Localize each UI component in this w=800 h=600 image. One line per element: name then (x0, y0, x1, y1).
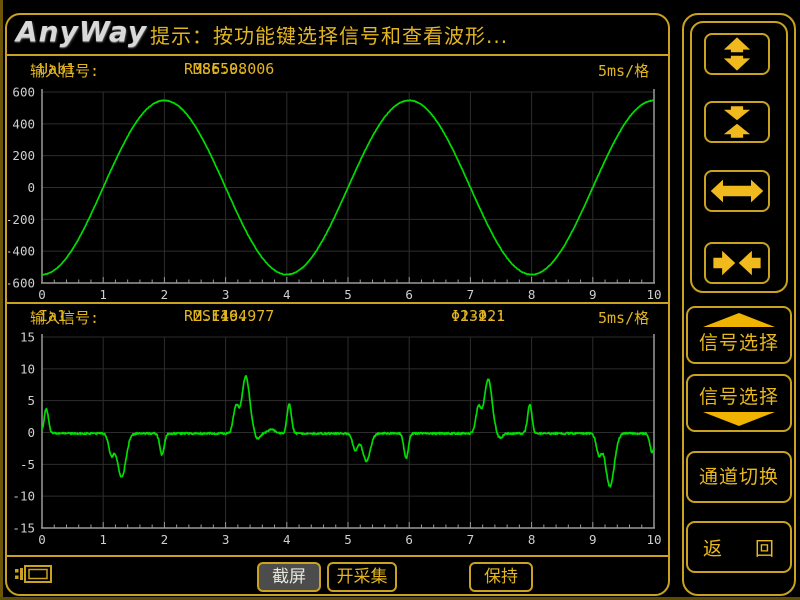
svg-text:3: 3 (222, 287, 230, 302)
up-triangle-icon (701, 312, 777, 328)
svg-text:7: 7 (467, 287, 475, 302)
svg-text:2: 2 (161, 532, 169, 547)
svg-text:9: 9 (589, 287, 597, 302)
svg-text:-10: -10 (12, 489, 35, 504)
svg-text:4: 4 (283, 287, 291, 302)
svg-text:9: 9 (589, 532, 597, 547)
analyzer-screen: { "colors": { "accent": "#c9a21f", "text… (0, 0, 800, 600)
svg-text:6: 6 (405, 532, 413, 547)
svg-text:600: 600 (12, 85, 35, 100)
svg-text:0: 0 (38, 532, 46, 547)
svg-text:0: 0 (27, 180, 35, 195)
expand-vertical-icon (709, 36, 765, 72)
battery-icon (14, 563, 54, 585)
svg-text:1: 1 (99, 287, 107, 302)
svg-text:-600: -600 (8, 276, 35, 291)
svg-text:4: 4 (283, 532, 291, 547)
start-acquire-button[interactable]: 开采集 (327, 562, 397, 592)
svg-text:5: 5 (27, 393, 35, 408)
expand-horizontal-icon (709, 173, 765, 209)
svg-text:3: 3 (222, 532, 230, 547)
signal-select-down-button[interactable]: 信号选择 (686, 374, 792, 432)
svg-text:-5: -5 (20, 457, 35, 472)
timebase-readout: 5ms/格 (598, 307, 649, 328)
svg-text:5: 5 (344, 287, 352, 302)
voltage-waveform-plot: 6004002000-200-400-600012345678910 (8, 82, 668, 302)
svg-text:400: 400 (12, 116, 35, 131)
compress-vertical-button[interactable] (704, 101, 770, 143)
expand-horizontal-button[interactable] (704, 170, 770, 212)
compress-vertical-icon (709, 104, 765, 140)
rms-freq-readout: RMS: 2.1164 F: 49.977 (184, 307, 220, 325)
svg-text:10: 10 (646, 287, 661, 302)
timebase-readout: 5ms/格 (598, 60, 649, 81)
zoom-icon-group (690, 21, 788, 293)
separator-panels (6, 302, 669, 304)
svg-text:7: 7 (467, 532, 475, 547)
svg-text:8: 8 (528, 287, 536, 302)
svg-text:0: 0 (38, 287, 46, 302)
left-bezel (0, 0, 3, 600)
svg-text:0: 0 (27, 425, 35, 440)
anyway-logo: AnyWay (16, 15, 147, 48)
svg-text:-15: -15 (12, 521, 35, 536)
svg-text:15: 15 (20, 330, 35, 345)
current-waveform-plot: 151050-5-10-15012345678910 (8, 326, 668, 554)
rms-freq-readout: RMS: 386.98 F: 50.006 (184, 60, 220, 78)
svg-text:10: 10 (646, 532, 661, 547)
svg-text:-400: -400 (8, 244, 35, 259)
svg-text:1: 1 (99, 532, 107, 547)
hold-button[interactable]: 保持 (469, 562, 533, 592)
svg-text:5: 5 (344, 532, 352, 547)
channel-switch-button[interactable]: 通道切换 (686, 451, 792, 503)
compress-horizontal-button[interactable] (704, 242, 770, 284)
phase-diff-readout: Φ1-Φ2: 232.1 (451, 307, 460, 325)
svg-text:200: 200 (12, 148, 35, 163)
separator-bottombar (6, 555, 669, 557)
signal-select-up-button[interactable]: 信号选择 (686, 306, 792, 364)
signal-name: 输入信号: Uab1 (30, 60, 39, 78)
expand-vertical-button[interactable] (704, 33, 770, 75)
svg-text:6: 6 (405, 287, 413, 302)
svg-text:8: 8 (528, 532, 536, 547)
svg-text:10: 10 (20, 361, 35, 376)
svg-text:-200: -200 (8, 212, 35, 227)
screenshot-button[interactable]: 截屏 (257, 562, 321, 592)
back-button[interactable]: 返 回 (686, 521, 792, 573)
svg-text:2: 2 (161, 287, 169, 302)
signal-name: 输入信号: Ia1 (30, 307, 39, 325)
down-triangle-icon (701, 411, 777, 427)
separator-topbar (6, 54, 669, 56)
voltage-waveform-header: 输入信号: Uab1 RMS: 386.98 F: 50.006 5ms/格 (0, 60, 672, 82)
hint-text: 提示：按功能键选择信号和查看波形... (150, 20, 508, 49)
compress-horizontal-icon (709, 245, 765, 281)
